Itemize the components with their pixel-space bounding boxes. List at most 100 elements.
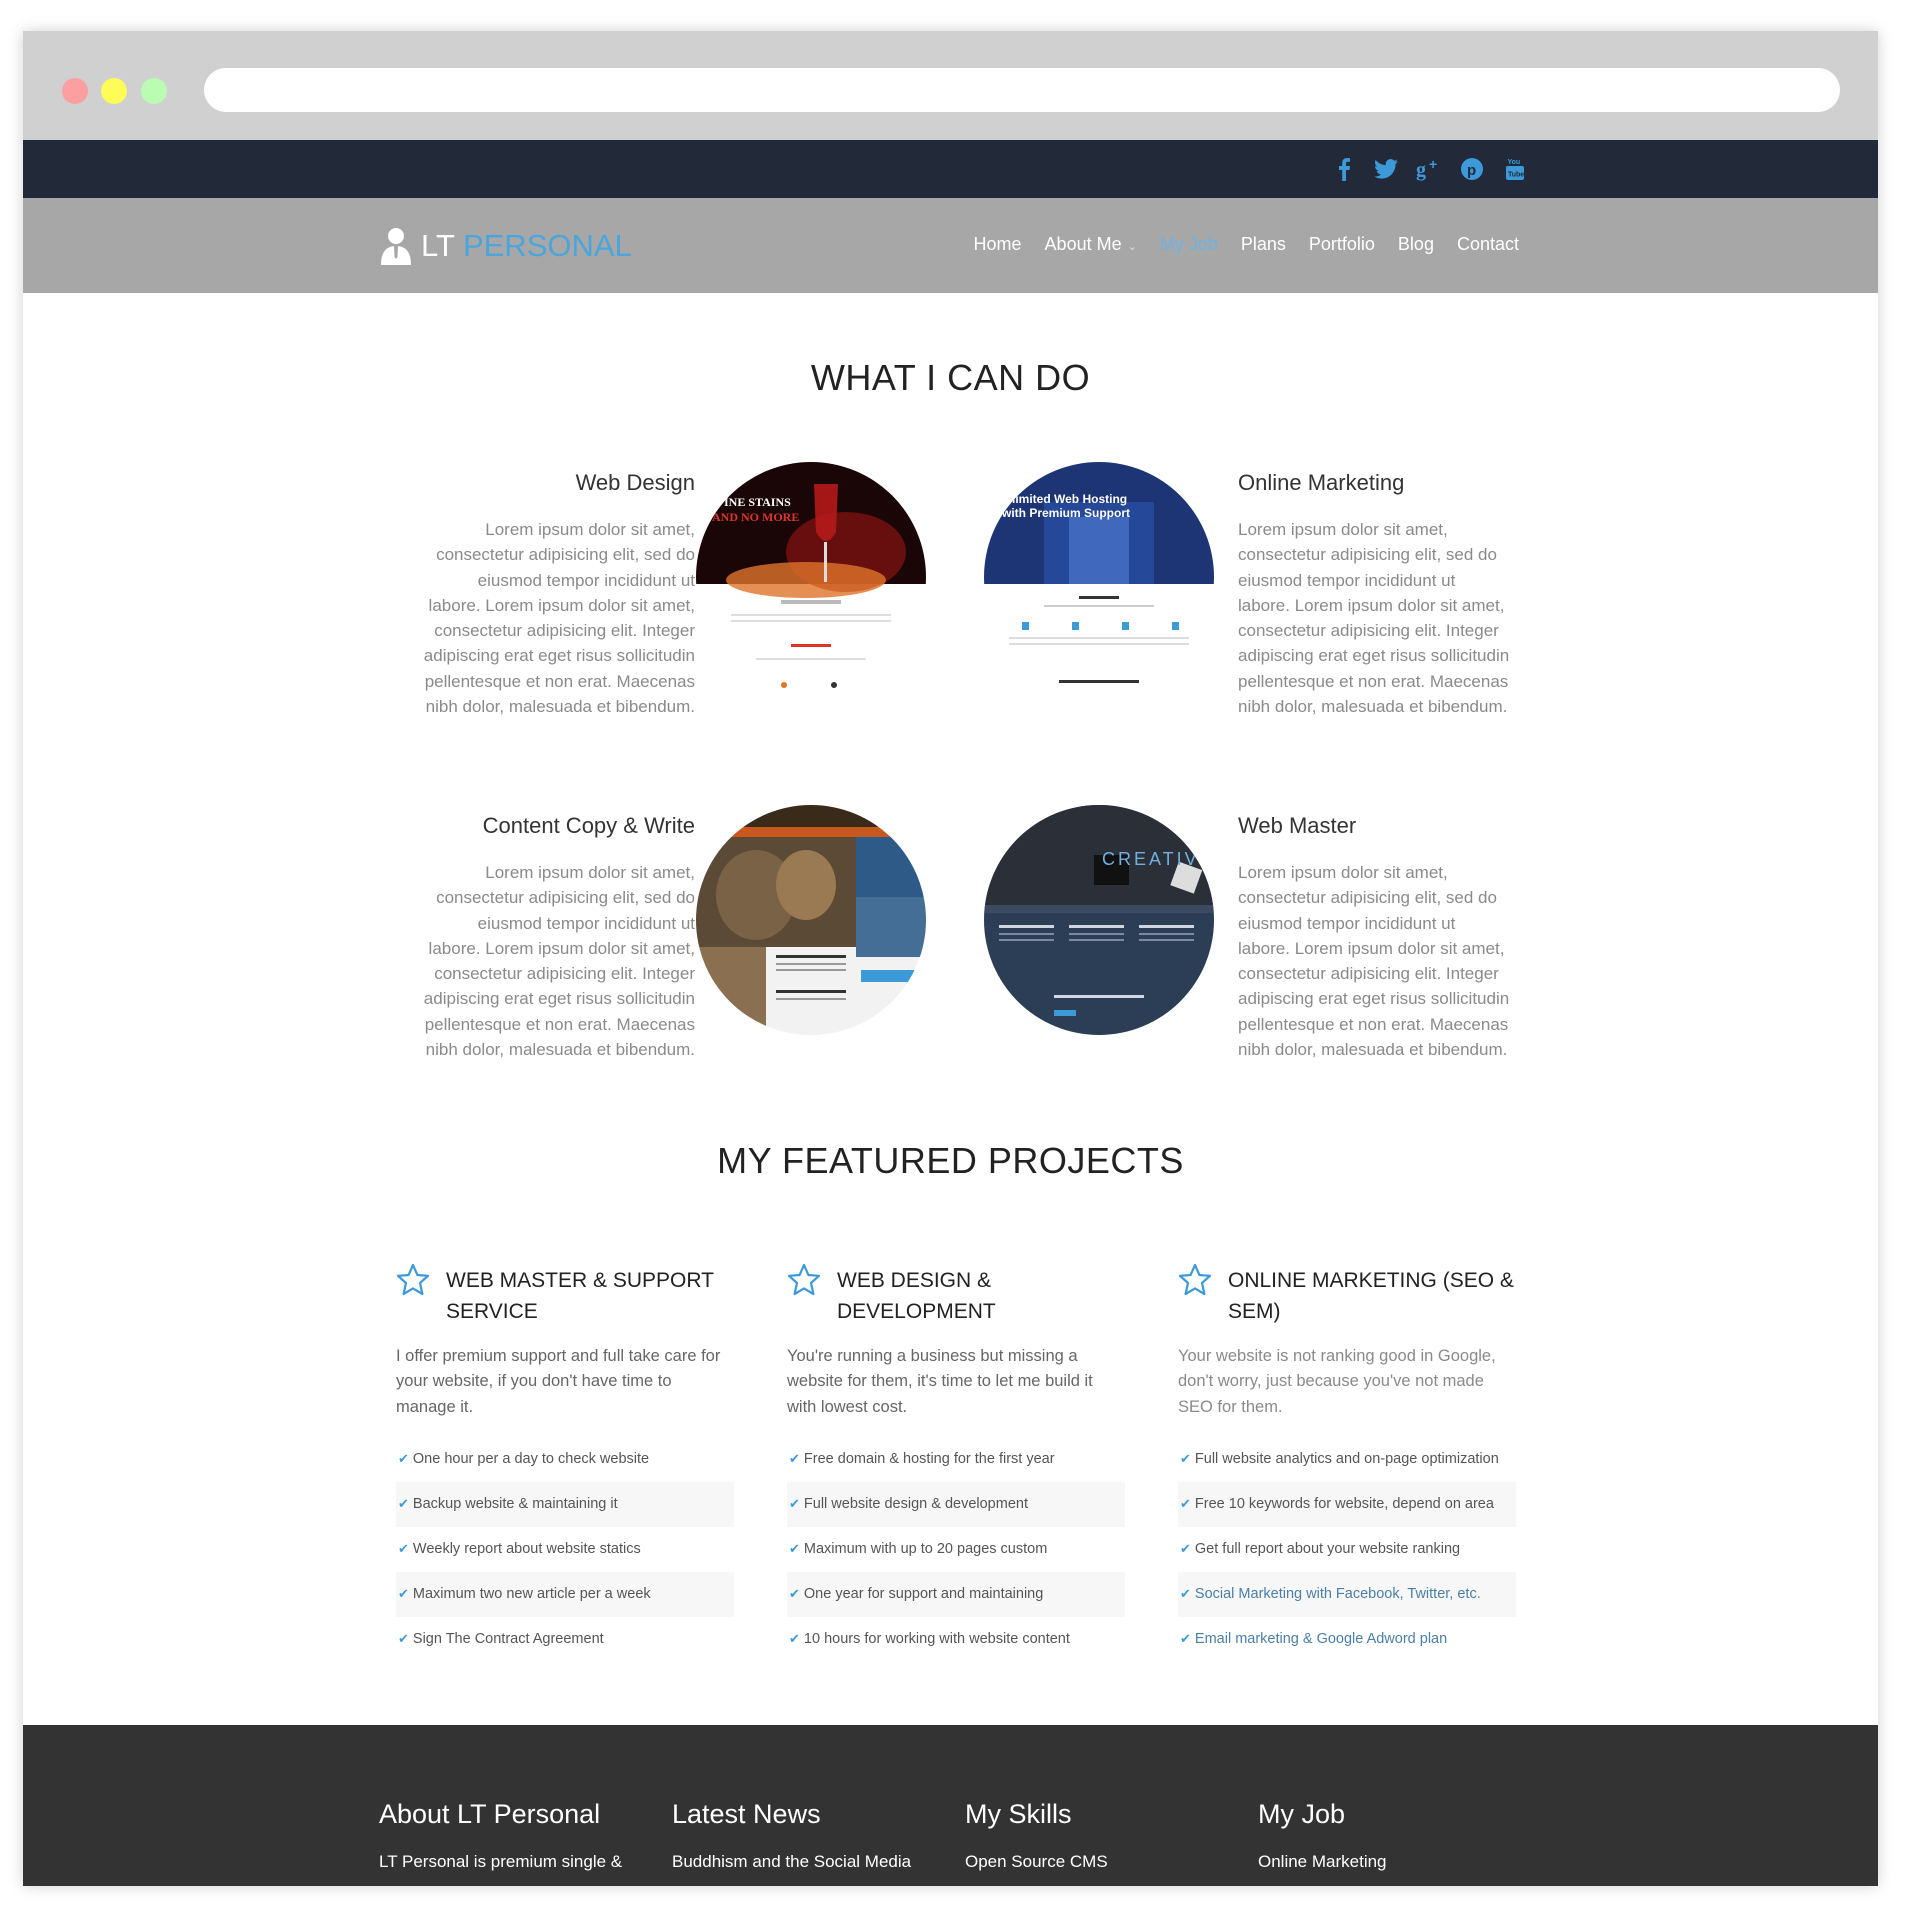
close-window-button[interactable] [62,78,88,104]
online-marketing-thumbnail[interactable]: limited Web Hosting with Premium Support [984,462,1214,692]
check-icon: ✔ [789,1451,800,1467]
star-icon [396,1263,430,1296]
footer-link[interactable]: Buddhism and the Social Media [672,1852,911,1872]
browser-chrome [23,31,1878,140]
feature-item: ✔ Weekly report about website statics [398,1541,641,1558]
logo-text: LT PERSONAL [421,228,632,263]
minimize-window-button[interactable] [101,78,127,104]
feature-item: ✔ One hour per a day to check website [398,1451,650,1468]
service-text-web-design: Lorem ipsum dolor sit amet, consectetur … [423,520,695,717]
feature-item: ✔ Backup website & maintaining it [396,1481,734,1527]
footer-heading: My Job [1258,1799,1346,1829]
nav-home[interactable]: Home [974,234,1022,255]
svg-text:limited Web Hosting: limited Web Hosting [1012,492,1127,506]
project-card-web-master: WEB MASTER & SUPPORT SERVICE I offer pre… [396,1263,734,1662]
project-card-web-design: WEB DESIGN & DEVELOPMENT You're running … [787,1263,1125,1662]
service-title-online-marketing: Online Marketing [1238,470,1405,495]
check-icon: ✔ [398,1631,409,1647]
address-bar[interactable] [204,68,1840,112]
nav-portfolio[interactable]: Portfolio [1309,234,1375,255]
facebook-icon[interactable] [1330,154,1358,184]
project-title: ONLINE MARKETING (SEO & SEM) [1228,1269,1514,1323]
project-feature-list: ✔ Full website analytics and on-page opti… [1178,1437,1516,1662]
nav-blog[interactable]: Blog [1398,234,1434,255]
svg-text:Tube: Tube [1508,172,1524,179]
twitter-icon[interactable] [1372,154,1400,184]
footer-col-about: About LT Personal LT Personal is premium… [379,1799,622,1872]
check-icon: ✔ [789,1586,800,1602]
feature-item: ✔ Free 10 keywords for website, depend on… [1178,1481,1516,1527]
person-icon [381,228,411,265]
svg-text:+: + [1429,157,1437,172]
feature-item: ✔ Get full report about your website rank… [1180,1541,1461,1558]
browser-window: g + p You Tube LT PERSONAL Home About Me ⌄ … [23,31,1878,1886]
feature-item: ✔ One year for support and maintaining [787,1571,1125,1617]
check-icon: ✔ [398,1496,409,1512]
youtube-icon[interactable]: You Tube [1501,154,1529,184]
footer-heading: My Skills [965,1799,1072,1829]
feature-item: ✔ Maximum with up to 20 pages custom [789,1541,1048,1558]
feature-item: ✔ Maximum two new article per a week [396,1571,734,1617]
svg-text:with Premium Support: with Premium Support [1001,506,1130,520]
feature-item: ✔ Full website analytics and on-page opti… [1180,1451,1499,1468]
web-design-thumbnail[interactable]: INE STAINS AND NO MORE [696,462,926,692]
feature-item-link[interactable]: ✔ Social Marketing with Facebook, Twitter… [1178,1571,1516,1617]
feature-item: ✔ 10 hours for working with website conte… [789,1631,1070,1648]
star-icon [1178,1263,1212,1296]
svg-text:g: g [1416,159,1426,181]
check-icon: ✔ [1180,1496,1191,1512]
project-description: Your website is not ranking good in Goog… [1178,1347,1496,1416]
nav-about-label: About Me [1044,234,1122,254]
check-icon: ✔ [1180,1451,1191,1467]
service-text-online-marketing: Lorem ipsum dolor sit amet, consectetur … [1238,520,1510,717]
check-icon: ✔ [1180,1586,1191,1602]
main-menu: Home About Me ⌄ My Job Plans Portfolio Bl… [974,234,1519,255]
site-logo[interactable]: LT PERSONAL [379,226,632,266]
site-footer: About LT Personal LT Personal is premium… [23,1725,1878,1886]
feature-item: ✔ Full website design & development [787,1481,1125,1527]
social-top-bar: g + p You Tube [23,140,1878,198]
google-plus-icon[interactable]: g + [1415,154,1443,184]
feature-item: ✔ Free domain & hosting for the first yea… [789,1451,1055,1468]
svg-text:AND NO MORE: AND NO MORE [712,510,799,524]
footer-col-my-job: My Job Online Marketing [1258,1799,1387,1872]
web-master-thumbnail[interactable]: CREATIV [984,805,1214,1035]
content-copy-thumbnail[interactable] [696,805,926,1035]
feature-item: ✔ Sign The Contract Agreement [398,1631,604,1648]
main-navbar: LT PERSONAL Home About Me ⌄ My Job Plans … [23,198,1878,293]
project-title: WEB DESIGN & DEVELOPMENT [837,1269,996,1323]
feature-item-link[interactable]: ✔ Email marketing & Google Adword plan [1178,1617,1516,1662]
project-description: I offer premium support and full take ca… [396,1347,721,1416]
check-icon: ✔ [789,1496,800,1512]
footer-link[interactable]: Online Marketing [1258,1852,1387,1872]
check-icon: ✔ [398,1541,409,1557]
check-icon: ✔ [398,1586,409,1602]
check-icon: ✔ [789,1541,800,1557]
project-description: You're running a business but missing a … [787,1347,1093,1416]
footer-col-my-skills: My Skills Open Source CMS [965,1799,1108,1872]
svg-text:p: p [1467,162,1476,179]
svg-text:INE STAINS: INE STAINS [724,495,791,509]
footer-col-latest-news: Latest News Buddhism and the Social Medi… [672,1799,911,1872]
check-icon: ✔ [1180,1631,1191,1647]
chevron-down-icon: ⌄ [1127,241,1137,253]
svg-text:CREATIV: CREATIV [1102,849,1200,869]
project-title: WEB MASTER & SUPPORT SERVICE [446,1269,714,1323]
nav-plans[interactable]: Plans [1241,234,1286,255]
service-text-web-master: Lorem ipsum dolor sit amet, consectetur … [1238,863,1510,1060]
service-title-content-copy-write: Content Copy & Write [482,813,695,838]
section-title-what-i-can-do: WHAT I CAN DO [810,357,1091,398]
footer-link[interactable]: Open Source CMS [965,1852,1108,1872]
footer-heading: About LT Personal [379,1799,601,1829]
nav-contact[interactable]: Contact [1457,234,1519,255]
service-title-web-design: Web Design [575,470,695,495]
pinterest-icon[interactable]: p [1458,154,1486,184]
section-title-featured-projects: MY FEATURED PROJECTS [717,1140,1184,1181]
project-card-online-marketing: ONLINE MARKETING (SEO & SEM) Your websit… [1178,1263,1516,1662]
project-feature-list: ✔ One hour per a day to check website ✔ Ba… [396,1437,734,1662]
nav-about-me[interactable]: About Me ⌄ [1045,234,1137,255]
service-text-content-copy-write: Lorem ipsum dolor sit amet, consectetur … [423,863,695,1060]
footer-heading: Latest News [672,1799,821,1829]
maximize-window-button[interactable] [141,78,167,104]
nav-my-job[interactable]: My Job [1160,234,1218,255]
